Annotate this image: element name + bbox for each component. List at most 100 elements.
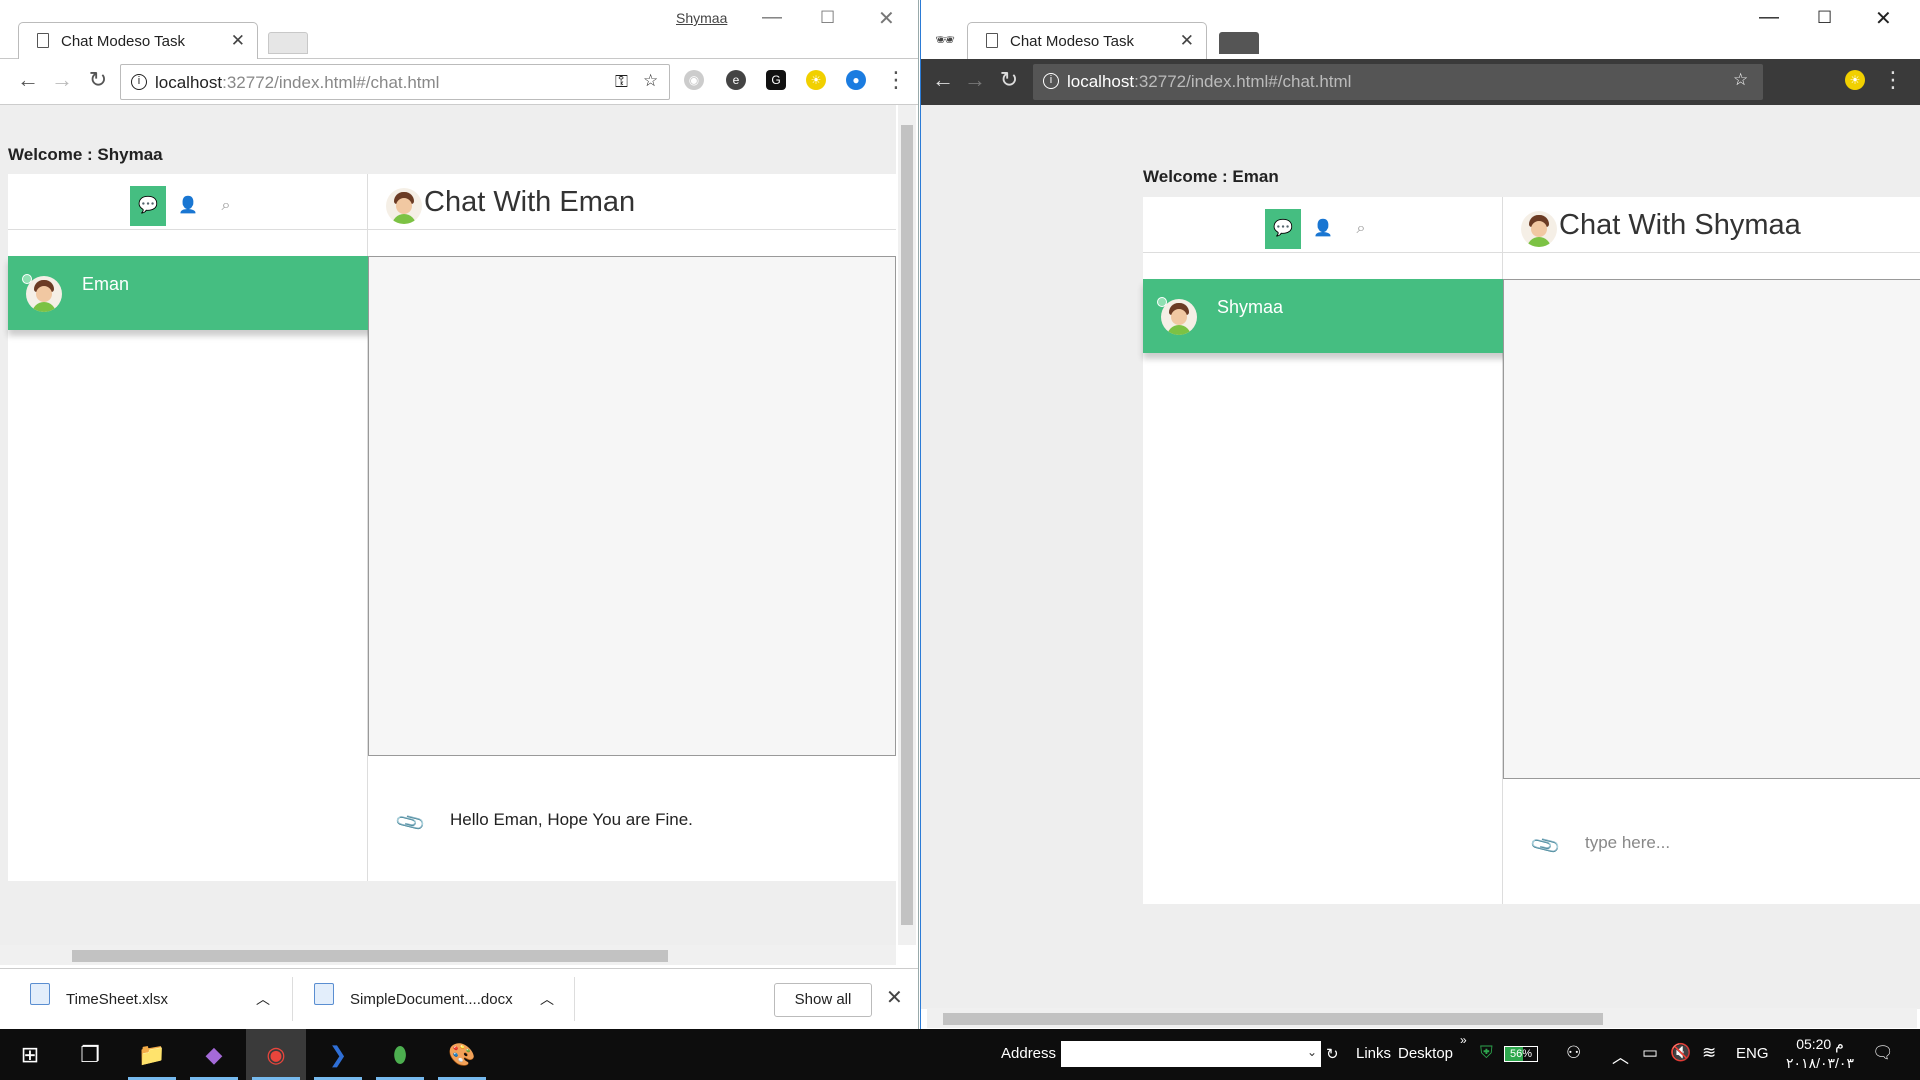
info-icon[interactable]: i — [1043, 73, 1059, 89]
address-bar[interactable]: i localhost:32772/index.html#/chat.html … — [120, 64, 670, 100]
people-icon[interactable]: ⚇ — [1566, 1043, 1581, 1063]
powershell-icon[interactable]: ❯ — [308, 1029, 368, 1080]
chat-avatar — [1521, 211, 1557, 247]
camera-extension-icon[interactable]: ◉ — [684, 70, 704, 90]
attachment-icon[interactable]: 📎 — [1528, 828, 1563, 863]
back-icon[interactable]: ← — [929, 67, 957, 93]
sidebar-tabs: 💬 👤 ⌕ — [8, 174, 367, 230]
contact-item[interactable]: Eman — [8, 256, 378, 330]
search-tab-icon[interactable]: ⌕ — [208, 186, 244, 226]
minimize-icon[interactable]: — — [762, 6, 782, 29]
message-input[interactable]: Hello Eman, Hope You are Fine. — [450, 810, 693, 830]
volume-muted-icon[interactable]: 🔇 — [1670, 1043, 1691, 1063]
browser-window-left: Chat Modeso Task ✕ Shymaa — ☐ ✕ ← → ↻ i … — [0, 0, 919, 1029]
back-icon[interactable]: ← — [14, 67, 42, 93]
mongodb-icon[interactable]: ⬮ — [370, 1029, 430, 1080]
new-tab-button[interactable] — [268, 32, 308, 54]
close-window-icon[interactable]: ✕ — [878, 6, 895, 31]
chats-tab-icon[interactable]: 💬 — [1265, 209, 1301, 249]
sidebar: 💬 👤 ⌕ Eman — [8, 174, 378, 881]
desktop-toolbar[interactable]: Desktop — [1398, 1045, 1453, 1062]
tab-title: Chat Modeso Task — [61, 33, 185, 50]
windows-start-icon[interactable]: ⊞ — [0, 1029, 60, 1080]
chrome-icon[interactable]: ◉ — [246, 1029, 306, 1080]
extension-video-icon[interactable]: ● — [846, 70, 866, 90]
chat-header: Chat With Shymaa — [1503, 197, 1920, 253]
chat-title: Chat With Eman — [424, 186, 636, 218]
horizontal-scrollbar[interactable] — [0, 945, 896, 965]
minimize-icon[interactable]: — — [1759, 6, 1779, 29]
links-toolbar[interactable]: Links — [1356, 1045, 1391, 1062]
close-tab-icon[interactable]: ✕ — [1180, 31, 1194, 51]
maximize-icon[interactable]: ☐ — [820, 8, 835, 28]
bookmark-star-icon[interactable]: ☆ — [1733, 70, 1748, 90]
visual-studio-icon[interactable]: ◆ — [184, 1029, 244, 1080]
battery-icon[interactable]: ▭ — [1642, 1043, 1658, 1063]
contacts-tab-icon[interactable]: 👤 — [170, 186, 206, 226]
menu-icon[interactable]: ⋮ — [1879, 67, 1907, 93]
chevron-up-icon[interactable]: ︿ — [256, 989, 270, 1009]
attachment-icon[interactable]: 📎 — [393, 805, 428, 840]
clock-date: ٢٠١٨/٠٣/٠٣ — [1786, 1055, 1854, 1071]
browser-tab[interactable]: Chat Modeso Task ✕ — [18, 22, 258, 59]
scroll-thumb[interactable] — [901, 125, 913, 925]
browser-tab[interactable]: Chat Modeso Task ✕ — [967, 22, 1207, 59]
show-all-button[interactable]: Show all — [774, 983, 872, 1017]
close-download-bar-icon[interactable]: ✕ — [886, 985, 903, 1010]
page-content: Welcome : Eman 💬 👤 ⌕ Shymaa Chat With Sh… — [921, 105, 1920, 1009]
overflow-chevron-icon[interactable]: » — [1460, 1033, 1467, 1047]
refresh-icon[interactable]: ↻ — [1326, 1045, 1339, 1063]
extension-sun-icon[interactable]: ☀ — [1845, 70, 1865, 90]
maximize-icon[interactable]: ☐ — [1817, 8, 1832, 28]
scroll-thumb[interactable] — [943, 1013, 1603, 1025]
file-explorer-icon[interactable]: 📁 — [122, 1029, 182, 1080]
shield-icon[interactable]: ⛨ — [1480, 1043, 1493, 1063]
close-tab-icon[interactable]: ✕ — [231, 31, 245, 51]
forward-icon[interactable]: → — [48, 67, 76, 93]
key-icon[interactable]: ⚿ — [615, 72, 628, 92]
search-tab-icon[interactable]: ⌕ — [1343, 209, 1379, 249]
profile-button[interactable]: Shymaa — [676, 10, 727, 26]
contact-item[interactable]: Shymaa — [1143, 279, 1513, 353]
browser-toolbar: ← → ↻ i localhost:32772/index.html#/chat… — [0, 59, 918, 105]
notifications-icon[interactable]: 🗨 — [1872, 1043, 1894, 1063]
url-path: :32772/index.html#/chat.html — [1134, 72, 1352, 91]
chevron-up-icon[interactable]: ︿ — [540, 989, 554, 1009]
paint-icon[interactable]: 🎨 — [432, 1029, 492, 1080]
extension-sun-icon[interactable]: ☀ — [806, 70, 826, 90]
wifi-icon[interactable]: ≋ — [1702, 1043, 1716, 1063]
reload-icon[interactable]: ↻ — [995, 67, 1023, 93]
sidebar-tabs: 💬 👤 ⌕ — [1143, 197, 1502, 253]
language-indicator[interactable]: ENG — [1736, 1045, 1769, 1062]
address-toolbar-input[interactable]: ⌄ — [1061, 1041, 1321, 1067]
contacts-tab-icon[interactable]: 👤 — [1305, 209, 1341, 249]
url-host: localhost — [1067, 72, 1135, 91]
close-window-icon[interactable]: ✕ — [1875, 6, 1892, 31]
page-icon — [37, 33, 49, 48]
clock[interactable]: 05:20 م ٢٠١٨/٠٣/٠٣ — [1780, 1035, 1860, 1073]
info-icon[interactable]: i — [131, 74, 147, 90]
browser-window-right: 🕶 Chat Modeso Task ✕ — ☐ ✕ ← → ↻ i local… — [920, 0, 1920, 1029]
menu-icon[interactable]: ⋮ — [882, 67, 910, 93]
task-view-icon[interactable]: ❐ — [60, 1029, 120, 1080]
bookmark-star-icon[interactable]: ☆ — [643, 71, 658, 91]
vertical-scrollbar[interactable] — [898, 105, 916, 945]
message-area — [368, 256, 896, 756]
horizontal-scrollbar[interactable] — [927, 1008, 1917, 1028]
reload-icon[interactable]: ↻ — [84, 67, 112, 93]
chats-tab-icon[interactable]: 💬 — [130, 186, 166, 226]
contact-name: Shymaa — [1217, 297, 1284, 317]
new-tab-button[interactable] — [1219, 32, 1259, 54]
scroll-thumb[interactable] — [72, 950, 668, 962]
clock-time: 05:20 م — [1796, 1036, 1844, 1052]
address-bar[interactable]: i localhost:32772/index.html#/chat.html … — [1033, 64, 1763, 100]
extension-e-icon[interactable]: e — [726, 70, 746, 90]
battery-indicator[interactable]: 56% — [1504, 1046, 1538, 1062]
extension-g-icon[interactable]: G — [766, 70, 786, 90]
page-content: Welcome : Shymaa 💬 👤 ⌕ Eman Chat With Em… — [0, 105, 896, 965]
chevron-down-icon[interactable]: ⌄ — [1307, 1045, 1317, 1059]
forward-icon[interactable]: → — [961, 67, 989, 93]
message-input[interactable]: type here... — [1585, 833, 1670, 853]
chat-app: 💬 👤 ⌕ Eman Chat With Eman 📎 Hello Eman, … — [8, 174, 896, 881]
show-hidden-icons-chevron-icon[interactable]: ︿ — [1612, 1043, 1629, 1068]
